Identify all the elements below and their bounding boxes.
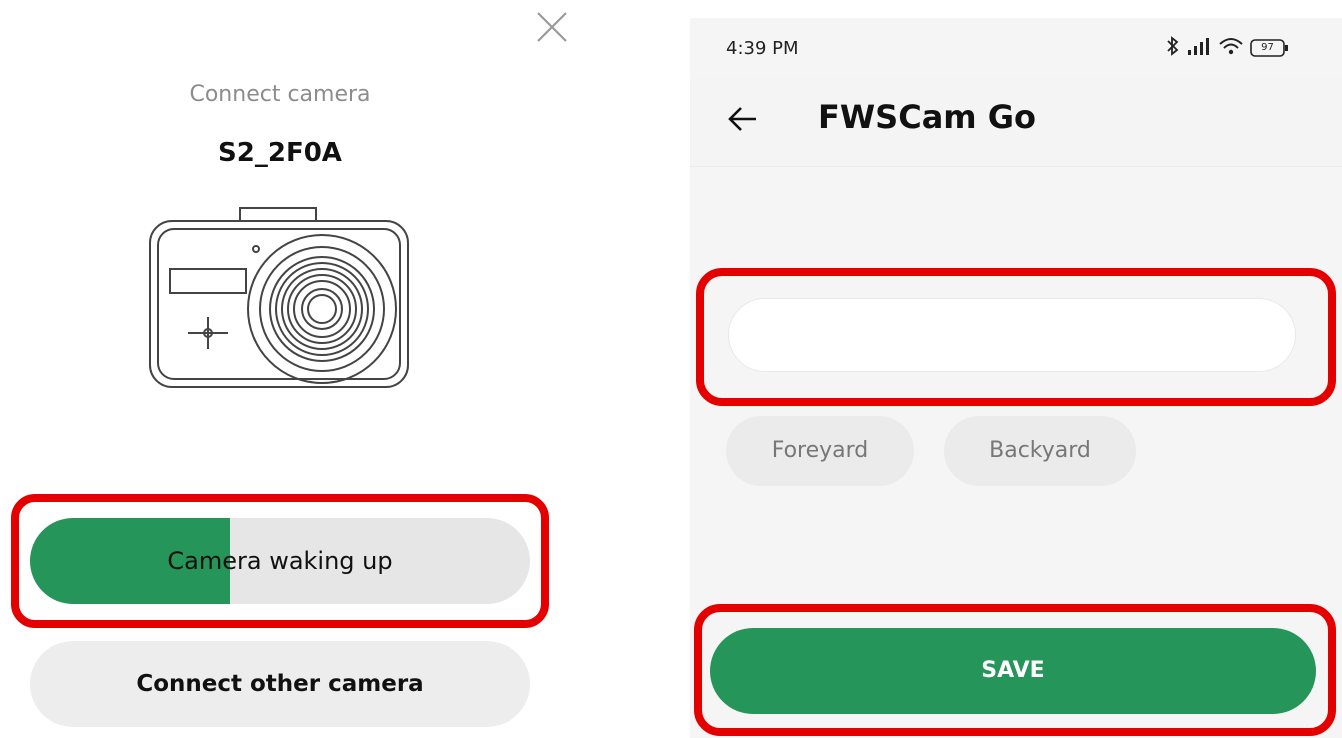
camera-waking-progress[interactable]: Camera waking up [30, 518, 530, 604]
camera-name: S2_2F0A [218, 138, 342, 168]
suggestion-chip-foreyard[interactable]: Foreyard [726, 416, 914, 486]
app-header: FWSCam Go [690, 78, 1342, 167]
close-icon[interactable] [535, 10, 569, 44]
status-time: 4:39 PM [726, 38, 799, 59]
page-title: FWSCam Go [818, 98, 1037, 136]
back-arrow-icon[interactable] [726, 102, 760, 136]
save-button[interactable]: SAVE [710, 628, 1316, 714]
battery-level: 97 [1261, 42, 1274, 53]
suggestion-chip-backyard[interactable]: Backyard [944, 416, 1136, 486]
connect-camera-panel: Connect camera S2_2F0A Camera waking up … [0, 0, 567, 738]
status-icons: 97 [1166, 36, 1290, 60]
bluetooth-icon [1166, 36, 1180, 60]
wifi-icon [1218, 36, 1244, 60]
progress-label: Camera waking up [167, 547, 393, 575]
camera-name-input[interactable] [728, 298, 1296, 372]
rename-camera-screen: 4:39 PM 97 FWSCam Go Foreyard Backyard S… [690, 18, 1342, 738]
signal-icon [1186, 36, 1212, 60]
connect-other-camera-button[interactable]: Connect other camera [30, 641, 530, 727]
connect-camera-title: Connect camera [189, 82, 371, 107]
battery-icon: 97 [1250, 38, 1290, 58]
camera-icon [148, 205, 412, 395]
